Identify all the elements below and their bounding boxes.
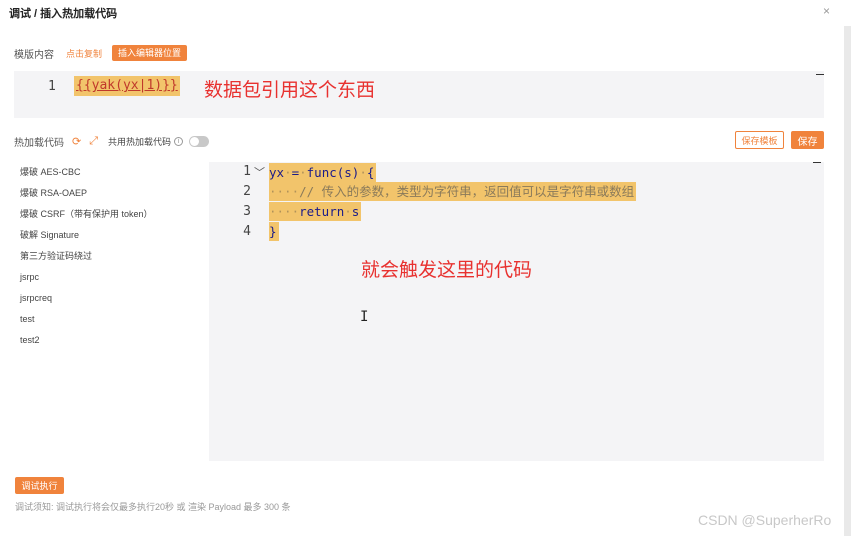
- list-item[interactable]: 爆破 RSA-OAEP: [20, 183, 200, 204]
- list-item[interactable]: jsrpcreq: [20, 288, 200, 309]
- hotload-label: 热加载代码: [14, 137, 64, 149]
- share-hotload-label: 共用热加载代码: [108, 136, 172, 147]
- template-line-number: 1: [48, 79, 56, 94]
- insert-editor-position-button[interactable]: 插入编辑器位置: [112, 45, 188, 61]
- list-item[interactable]: test: [20, 309, 200, 330]
- code-comment: // 传入的参数，类型为字符串，返回值可以是字符串或数组: [299, 184, 635, 199]
- line-number: 4: [243, 224, 251, 239]
- code-line-4[interactable]: }: [269, 222, 279, 241]
- template-annotation: 数据包引用这个东西: [204, 79, 376, 101]
- code-token: yx: [269, 165, 285, 180]
- code-annotation: 就会触发这里的代码: [361, 259, 533, 281]
- line-number: 2: [243, 184, 251, 199]
- debug-run-button[interactable]: 调试执行: [15, 477, 64, 494]
- fold-chevron-icon[interactable]: ﹀: [254, 164, 265, 180]
- list-item[interactable]: jsrpc: [20, 267, 200, 288]
- list-item[interactable]: 爆破 CSRF（带有保护用 token）: [20, 204, 200, 225]
- template-code[interactable]: {{yak(yx|1)}}: [74, 76, 180, 96]
- share-hotload-toggle[interactable]: [189, 135, 210, 147]
- editor-scroll-marker: [813, 162, 821, 163]
- line-number: 1: [243, 164, 251, 179]
- save-button[interactable]: 保存: [791, 131, 824, 149]
- hotload-code-editor[interactable]: 1 ﹀ yx·=·func(s)·{ 2 ····// 传入的参数，类型为字符串…: [209, 162, 824, 461]
- code-token: s: [351, 204, 360, 219]
- fullscreen-icon[interactable]: ⤢: [89, 135, 98, 148]
- code-token: =: [291, 165, 300, 180]
- code-token: return: [299, 204, 345, 219]
- copy-link[interactable]: 点击复制: [66, 47, 102, 60]
- list-item[interactable]: 破解 Signature: [20, 225, 200, 246]
- code-token: func(s): [306, 165, 360, 180]
- template-header: 模版内容 点击复制 插入编辑器位置: [14, 44, 188, 62]
- template-editor[interactable]: 1 {{yak(yx|1)}} 数据包引用这个东西: [14, 71, 824, 118]
- code-token: {: [366, 165, 375, 180]
- debug-note: 调试须知: 调试执行将会仅最多执行20秒 或 渲染 Payload 最多 300…: [15, 502, 291, 512]
- template-label: 模版内容: [14, 49, 54, 61]
- hotload-code-list: 爆破 AES-CBC 爆破 RSA-OAEP 爆破 CSRF（带有保护用 tok…: [20, 162, 200, 351]
- list-item[interactable]: 爆破 AES-CBC: [20, 162, 200, 183]
- watermark: CSDN @SuperherRo: [698, 512, 832, 528]
- text-cursor-icon: I: [360, 309, 369, 325]
- close-icon[interactable]: ×: [823, 4, 830, 18]
- refresh-icon[interactable]: ⟳: [72, 135, 81, 148]
- dialog-title-bar: 调试 / 插入热加载代码 ×: [0, 0, 851, 26]
- code-line-3[interactable]: ····return·s: [269, 202, 362, 221]
- list-item[interactable]: test2: [20, 330, 200, 351]
- hotload-header: 热加载代码 ⟳ ⤢ 共用热加载代码 i: [14, 132, 210, 150]
- list-item[interactable]: 第三方验证码绕过: [20, 246, 200, 267]
- page-scrollbar[interactable]: [844, 26, 851, 536]
- info-icon[interactable]: i: [174, 136, 184, 146]
- code-token: }: [269, 224, 277, 239]
- code-line-1[interactable]: yx·=·func(s)·{: [269, 163, 377, 182]
- editor-scroll-marker: [816, 74, 824, 75]
- code-line-2[interactable]: ····// 传入的参数，类型为字符串，返回值可以是字符串或数组: [269, 182, 637, 201]
- save-template-button[interactable]: 保存模板: [735, 131, 784, 149]
- dialog-title: 调试 / 插入热加载代码: [9, 8, 118, 20]
- line-number: 3: [243, 204, 251, 219]
